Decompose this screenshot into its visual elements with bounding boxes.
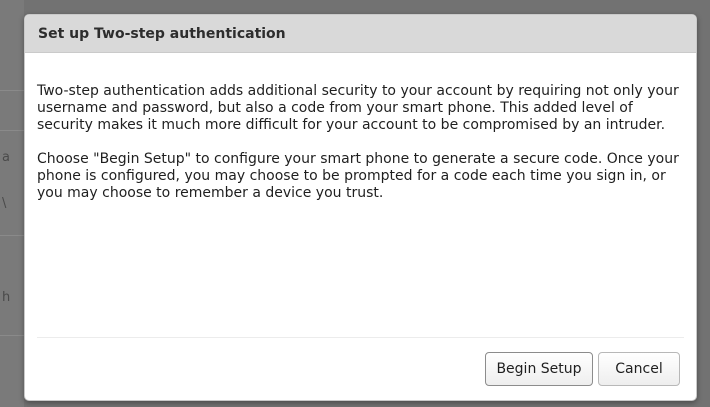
cancel-button[interactable]: Cancel: [598, 352, 680, 386]
instructions-paragraph: Choose "Begin Setup" to configure your s…: [37, 151, 679, 201]
background-text-fragment: h: [2, 290, 11, 305]
begin-setup-button[interactable]: Begin Setup: [485, 352, 593, 386]
background-divider: [0, 235, 24, 236]
dialog-body: Two-step authentication adds additional …: [37, 83, 687, 219]
background-divider: [0, 90, 24, 91]
background-text-fragment: \: [2, 196, 7, 211]
footer-divider: [37, 337, 684, 338]
dialog-title: Set up Two-step authentication: [38, 25, 286, 42]
background-text-fragment: a: [2, 150, 10, 165]
intro-paragraph: Two-step authentication adds additional …: [37, 83, 679, 133]
two-step-auth-dialog: Set up Two-step authentication Two-step …: [24, 14, 697, 401]
dialog-header: Set up Two-step authentication: [25, 15, 696, 53]
background-divider: [0, 335, 24, 336]
background-divider: [0, 130, 24, 131]
background-sidebar-edge: a \ h: [0, 0, 24, 407]
